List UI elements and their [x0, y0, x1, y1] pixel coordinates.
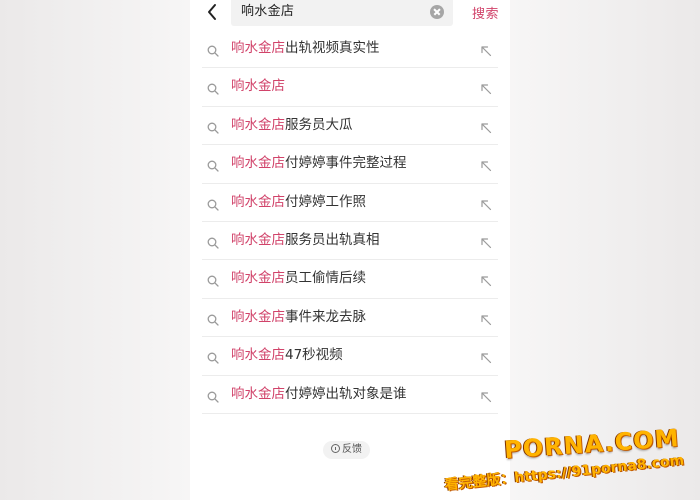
suggestion-item[interactable]: 响水金店事件来龙去脉 — [202, 299, 498, 338]
back-button[interactable] — [204, 2, 222, 22]
suggestion-suffix: 员工偷情后续 — [285, 270, 366, 287]
search-input[interactable]: 响水金店 — [241, 3, 294, 21]
suggestion-keyword: 响水金店 — [231, 385, 285, 402]
suggestion-item[interactable]: 响水金店47秒视频 — [202, 337, 498, 376]
suggestion-suffix: 事件来龙去脉 — [285, 308, 366, 325]
suggestion-suffix: 出轨视频真实性 — [285, 40, 380, 56]
search-icon — [207, 80, 219, 96]
suggestion-suffix: 付婷婷工作照 — [285, 193, 366, 210]
suggestion-item[interactable]: 响水金店出轨视频真实性 — [202, 30, 498, 69]
search-icon — [207, 388, 219, 403]
suggestion-item[interactable]: 响水金店服务员大瓜 — [202, 107, 498, 146]
search-button[interactable]: 搜索 — [472, 3, 499, 22]
suggestion-item[interactable]: 响水金店员工偷情后续 — [202, 260, 498, 299]
feedback-label: 反馈 — [342, 444, 362, 455]
arrow-up-left-icon[interactable] — [480, 157, 492, 172]
arrow-up-left-icon[interactable] — [480, 119, 492, 133]
suggestion-keyword: 响水金店 — [231, 155, 285, 172]
suggestion-text: 响水金店47秒视频 — [231, 346, 343, 364]
arrow-up-left-icon[interactable] — [480, 42, 492, 57]
suggestion-suffix: 付婷婷事件完整过程 — [285, 155, 407, 172]
feedback-button[interactable]: 反馈 — [323, 441, 370, 459]
search-icon — [207, 119, 219, 134]
suggestion-item[interactable]: 响水金店付婷婷事件完整过程 — [202, 145, 498, 184]
suggestion-keyword: 响水金店 — [231, 193, 285, 210]
suggestion-keyword: 响水金店 — [231, 78, 285, 95]
suggestion-text: 响水金店付婷婷工作照 — [231, 193, 366, 211]
suggestion-text: 响水金店员工偷情后续 — [231, 269, 366, 287]
suggestion-keyword: 响水金店 — [231, 270, 285, 287]
search-icon — [207, 311, 219, 326]
suggestion-list: 响水金店出轨视频真实性 响水金店 响水金店服务员大瓜 响水金店付婷婷事件完整过程 响水金… — [202, 30, 498, 414]
suggestion-suffix: 付婷婷出轨对象是谁 — [285, 385, 407, 402]
search-icon — [207, 196, 219, 211]
search-icon — [207, 349, 219, 364]
search-icon — [207, 42, 219, 57]
clear-icon[interactable] — [430, 5, 444, 19]
arrow-up-left-icon[interactable] — [480, 234, 492, 249]
arrow-up-left-icon[interactable] — [480, 80, 492, 95]
suggestion-keyword: 响水金店 — [231, 40, 285, 56]
arrow-up-left-icon[interactable] — [480, 311, 492, 325]
watermark: PORNA.COM 看完整版：https://91porna8.com — [444, 420, 694, 495]
suggestion-keyword: 响水金店 — [231, 231, 285, 248]
back-arrow-icon — [208, 4, 216, 20]
suggestion-text: 响水金店事件来龙去脉 — [231, 308, 366, 326]
suggestion-text: 响水金店服务员大瓜 — [231, 116, 353, 134]
suggestion-item[interactable]: 响水金店付婷婷工作照 — [202, 184, 498, 222]
suggestion-keyword: 响水金店 — [231, 116, 285, 133]
suggestion-text: 响水金店 — [231, 77, 285, 95]
search-icon — [207, 157, 219, 172]
search-icon — [207, 272, 219, 287]
suggestion-suffix: 47秒视频 — [285, 347, 343, 364]
info-icon — [331, 444, 340, 453]
suggestion-suffix: 服务员出轨真相 — [285, 231, 380, 248]
search-icon — [207, 234, 219, 249]
suggestion-item[interactable]: 响水金店服务员出轨真相 — [202, 222, 498, 261]
search-header: 响水金店 搜索 — [190, 0, 510, 28]
suggestion-text: 响水金店服务员出轨真相 — [231, 231, 380, 249]
suggestion-suffix: 服务员大瓜 — [285, 116, 353, 133]
suggestion-keyword: 响水金店 — [231, 308, 285, 325]
suggestion-text: 响水金店付婷婷事件完整过程 — [231, 154, 407, 172]
suggestion-text: 响水金店付婷婷出轨对象是谁 — [231, 385, 407, 403]
suggestion-text: 响水金店出轨视频真实性 — [231, 39, 380, 57]
suggestion-item[interactable]: 响水金店付婷婷出轨对象是谁 — [202, 376, 498, 414]
background-left — [0, 0, 190, 500]
arrow-up-left-icon[interactable] — [480, 388, 492, 402]
suggestion-keyword: 响水金店 — [231, 347, 285, 364]
arrow-up-left-icon[interactable] — [480, 349, 492, 364]
search-box[interactable]: 响水金店 — [231, 0, 453, 26]
suggestion-item[interactable]: 响水金店 — [202, 68, 498, 107]
arrow-up-left-icon[interactable] — [480, 196, 492, 210]
arrow-up-left-icon[interactable] — [480, 272, 492, 287]
